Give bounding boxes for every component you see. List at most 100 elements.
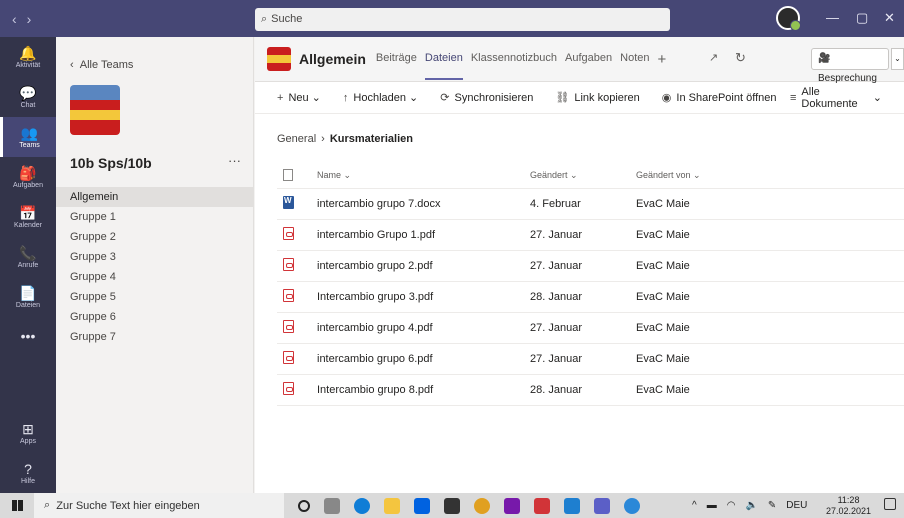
clock[interactable]: 11:28 27.02.2021 [826, 495, 871, 517]
refresh-icon[interactable]: ↻ [735, 50, 746, 66]
start-button[interactable] [0, 493, 34, 518]
table-row[interactable]: intercambio Grupo 1.pdf 27. Januar EvaC … [277, 220, 904, 251]
rail-item-kalender[interactable]: 📅 Kalender [0, 197, 56, 237]
team-more-icon[interactable]: ··· [228, 153, 241, 168]
bolt-icon[interactable] [444, 497, 460, 514]
tab-beiträge[interactable]: Beiträge [376, 38, 417, 80]
language-indicator[interactable]: DEU [786, 500, 807, 511]
rail-item-teams[interactable]: 👥 Teams [0, 117, 56, 157]
meeting-dropdown-icon[interactable]: ⌄ [891, 48, 904, 70]
cortana-icon[interactable] [298, 499, 310, 512]
chrome-icon[interactable] [474, 497, 490, 514]
volume-icon[interactable]: 🔈 [745, 500, 757, 511]
back-arrow-icon[interactable]: ‹ [12, 11, 17, 27]
minimize-icon[interactable]: — [826, 10, 839, 25]
all-docs-dropdown[interactable]: ≡ Alle Dokumente ⌄ [790, 86, 882, 110]
rail-item-anrufe[interactable]: 📞 Anrufe [0, 237, 56, 277]
back-to-teams-link[interactable]: ‹ Alle Teams [70, 59, 133, 71]
wifi-icon[interactable]: ◠ [727, 500, 736, 511]
taskbar-search[interactable]: ⌕ Zur Suche Text hier eingeben [34, 493, 284, 518]
clock-time: 11:28 [837, 495, 860, 505]
file-name[interactable]: intercambio grupo 2.pdf [317, 260, 530, 272]
channel-item[interactable]: Gruppe 6 [56, 307, 254, 327]
rail-item-chat[interactable]: 💬 Chat [0, 77, 56, 117]
notification-icon[interactable] [884, 498, 896, 510]
rail-item-aufgaben[interactable]: 🎒 Aufgaben [0, 157, 56, 197]
sync-button[interactable]: ⟳ Synchronisieren [440, 91, 533, 105]
add-tab-icon[interactable]: + [658, 51, 667, 68]
channel-item[interactable]: Gruppe 2 [56, 227, 254, 247]
rail-label: Anrufe [17, 261, 39, 269]
taskbar-apps [284, 497, 640, 514]
rail-item-hilfe[interactable]: ? Hilfe [0, 453, 56, 493]
channel-item[interactable]: Gruppe 5 [56, 287, 254, 307]
file-modified-by: EvaC Maie [636, 260, 690, 272]
rail-item-more[interactable]: ••• [0, 317, 56, 357]
office-icon[interactable] [534, 497, 550, 514]
file-modified: 27. Januar [530, 229, 582, 241]
file-name[interactable]: intercambio grupo 4.pdf [317, 322, 530, 334]
tab-noten[interactable]: Noten [620, 38, 649, 80]
rail-item-aktivität[interactable]: 🔔 Aktivität [0, 37, 56, 77]
channel-list: Allgemein Gruppe 1 Gruppe 2 Gruppe 3 Gruppe … [56, 187, 254, 347]
channel-item[interactable]: Gruppe 4 [56, 267, 254, 287]
upload-icon: ↑ [342, 91, 349, 104]
table-row[interactable]: Intercambio grupo 3.pdf 28. Januar EvaC … [277, 282, 904, 313]
document-app-icon[interactable] [564, 497, 580, 514]
table-row[interactable]: intercambio grupo 2.pdf 27. Januar EvaC … [277, 251, 904, 282]
file-name[interactable]: Intercambio grupo 3.pdf [317, 291, 530, 303]
pen-icon[interactable]: ✎ [768, 500, 776, 511]
close-icon[interactable]: ✕ [884, 10, 895, 26]
file-name[interactable]: intercambio Grupo 1.pdf [317, 229, 530, 241]
calendar-icon: 📅 [19, 204, 37, 221]
upload-button[interactable]: ↑ Hochladen ⌄ [342, 91, 418, 105]
col-modified-by-label: Geändert von [636, 170, 691, 180]
battery-icon[interactable]: ▬ [707, 500, 717, 511]
task-view-icon[interactable] [324, 497, 340, 514]
table-row[interactable]: intercambio grupo 6.pdf 27. Januar EvaC … [277, 344, 904, 375]
file-explorer-icon[interactable] [384, 497, 400, 514]
forward-arrow-icon[interactable]: › [27, 11, 32, 27]
col-modified-by-header[interactable]: Geändert von ⌄ [636, 170, 786, 181]
rail-item-dateien[interactable]: 📄 Dateien [0, 277, 56, 317]
file-name[interactable]: Intercambio grupo 8.pdf [317, 384, 530, 396]
edge-icon[interactable] [354, 497, 370, 514]
table-row[interactable]: intercambio grupo 7.docx 4. Februar EvaC… [277, 189, 904, 220]
channel-item[interactable]: Gruppe 3 [56, 247, 254, 267]
maximize-icon[interactable]: ▢ [856, 10, 868, 26]
tab-dateien[interactable]: Dateien [424, 38, 463, 80]
search-input[interactable]: ⌕ Suche [255, 8, 670, 31]
breadcrumb-root[interactable]: General [277, 133, 316, 145]
file-name[interactable]: intercambio grupo 6.pdf [317, 353, 530, 365]
new-button[interactable]: + Neu ⌄ [277, 91, 321, 105]
expand-icon[interactable]: ↗ [709, 51, 718, 64]
dropbox-icon[interactable] [414, 497, 430, 514]
channel-item[interactable]: Allgemein [56, 187, 254, 207]
tab-aufgaben[interactable]: Aufgaben [565, 38, 612, 80]
rail-label: Teams [19, 141, 40, 149]
apps-icon: ⊞ [22, 420, 34, 437]
file-modified-by: EvaC Maie [636, 384, 690, 396]
main-content: Allgemein Beiträge Dateien Klassennotizbuc… [255, 37, 904, 493]
teams-taskbar-icon[interactable] [594, 497, 610, 514]
copy-link-label: Link kopieren [574, 91, 640, 104]
files-toolbar: + Neu ⌄ ↑ Hochladen ⌄ ⟳ Synchronisieren ⛓ Li… [255, 82, 904, 114]
chevron-up-icon[interactable]: ^ [692, 500, 697, 511]
table-row[interactable]: Intercambio grupo 8.pdf 28. Januar EvaC … [277, 375, 904, 406]
col-modified-header[interactable]: Geändert ⌄ [530, 170, 636, 181]
meeting-button[interactable]: 🎥 Besprechung [811, 48, 889, 84]
file-name[interactable]: intercambio grupo 7.docx [317, 198, 530, 210]
col-name-header[interactable]: Name ⌄ [317, 170, 530, 181]
sharepoint-button[interactable]: ◉ In SharePoint öffnen [662, 91, 777, 105]
user-avatar[interactable] [776, 6, 801, 31]
file-modified-by: EvaC Maie [636, 353, 690, 365]
tab-klassennotizbuch[interactable]: Klassennotizbuch [471, 38, 557, 80]
rail-item-apps[interactable]: ⊞ Apps [0, 413, 56, 453]
table-row[interactable]: intercambio grupo 4.pdf 27. Januar EvaC … [277, 313, 904, 344]
channel-item[interactable]: Gruppe 1 [56, 207, 254, 227]
channel-item[interactable]: Gruppe 7 [56, 327, 254, 347]
onenote-icon[interactable] [504, 497, 520, 514]
help-app-icon[interactable] [624, 497, 640, 514]
channel-title: Allgemein [299, 51, 366, 67]
copy-link-button[interactable]: ⛓ Link kopieren [555, 91, 640, 105]
